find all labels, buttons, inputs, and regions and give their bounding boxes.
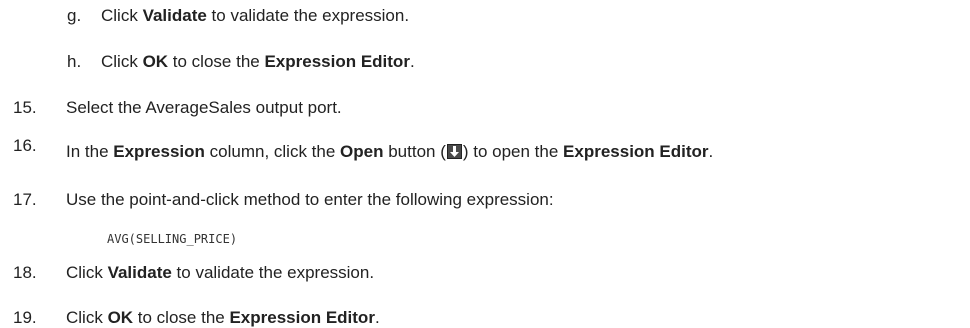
ok-label: OK xyxy=(107,308,134,327)
step-text: Click Validate to validate the expressio… xyxy=(101,6,410,25)
expression-editor-label: Expression Editor xyxy=(563,142,709,161)
step-text: Click OK to close the Expression Editor. xyxy=(101,52,415,71)
expression-code: AVG(SELLING_PRICE) xyxy=(107,232,238,246)
step-marker: 16. xyxy=(13,136,37,155)
step-text: In the Expression column, click the Open… xyxy=(66,142,714,161)
step-text: Click OK to close the Expression Editor. xyxy=(66,308,380,327)
step-text: Use the point-and-click method to enter … xyxy=(66,190,554,209)
step-marker: 15. xyxy=(13,98,37,117)
step-text: Select the AverageSales output port. xyxy=(66,98,342,117)
validate-label: Validate xyxy=(142,6,207,25)
expression-editor-label: Expression Editor xyxy=(229,308,375,327)
step-marker: 19. xyxy=(13,308,37,327)
validate-label: Validate xyxy=(107,263,172,282)
expression-column-label: Expression xyxy=(113,142,205,161)
step-marker: 18. xyxy=(13,263,37,282)
expression-editor-label: Expression Editor xyxy=(264,52,410,71)
step-marker: h. xyxy=(67,52,82,71)
open-label: Open xyxy=(340,142,384,161)
step-marker: g. xyxy=(67,6,82,25)
step-text: Click Validate to validate the expressio… xyxy=(66,263,375,282)
step-marker: 17. xyxy=(13,190,37,209)
ok-label: OK xyxy=(142,52,169,71)
open-button-icon xyxy=(446,144,462,159)
